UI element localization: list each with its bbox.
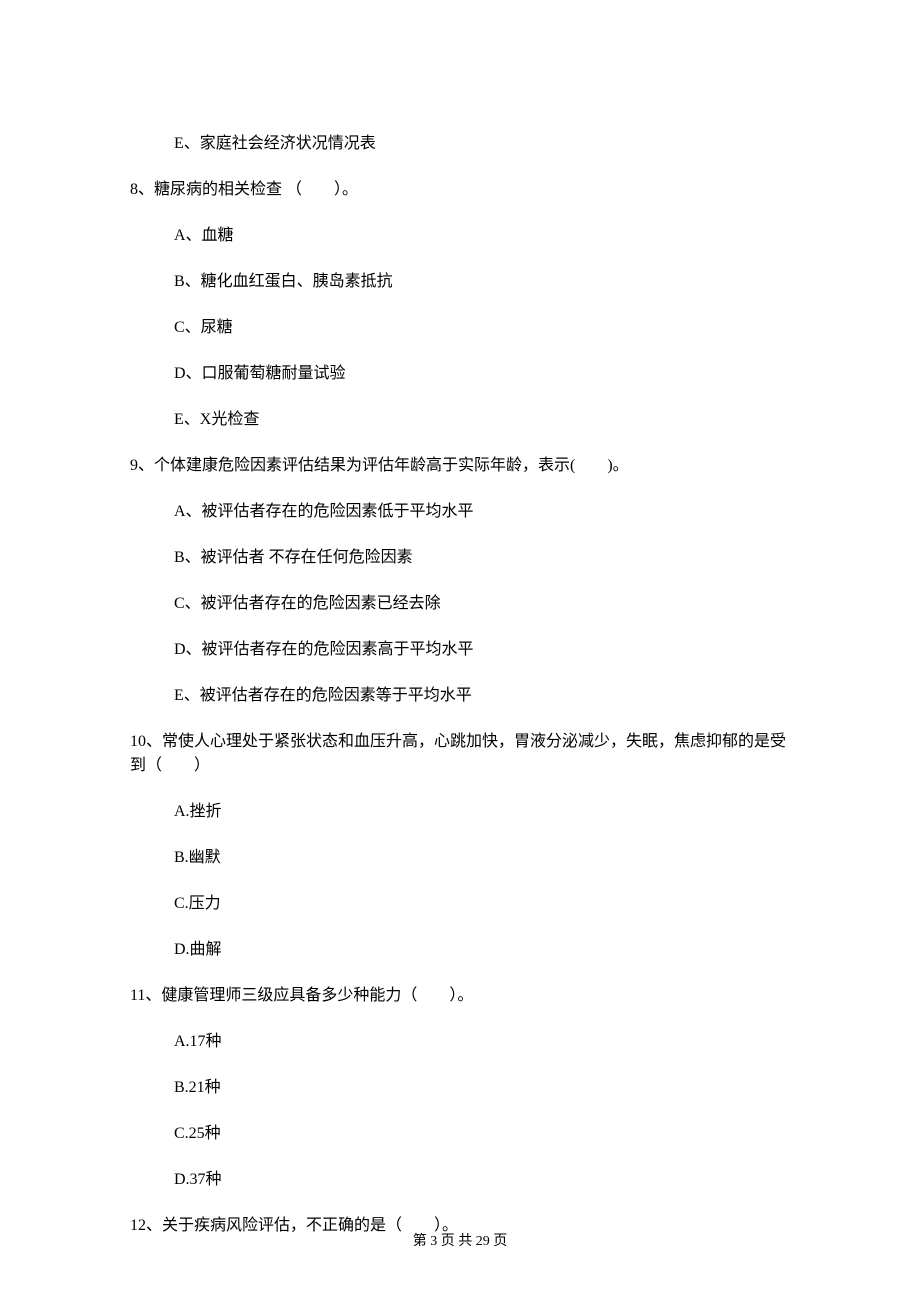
- q11-option-d: D.37种: [174, 1168, 790, 1192]
- q8-option-e: E、X光检查: [174, 408, 790, 432]
- q10-option-d: D.曲解: [174, 938, 790, 962]
- q9-option-b: B、被评估者 不存在任何危险因素: [174, 546, 790, 570]
- q9-stem: 9、个体建康危险因素评估结果为评估年龄高于实际年龄，表示( )。: [130, 454, 790, 478]
- q11-stem: 11、健康管理师三级应具备多少种能力（ ）。: [130, 984, 790, 1008]
- document-page: E、家庭社会经济状况情况表 8、糖尿病的相关检查 （ ）。 A、血糖 B、糖化血…: [0, 0, 920, 1302]
- q9-option-e: E、被评估者存在的危险因素等于平均水平: [174, 684, 790, 708]
- q10-option-b: B.幽默: [174, 846, 790, 870]
- q9-option-a: A、被评估者存在的危险因素低于平均水平: [174, 500, 790, 524]
- q11-option-a: A.17种: [174, 1030, 790, 1054]
- page-footer: 第 3 页 共 29 页: [0, 1231, 920, 1252]
- q8-option-a: A、血糖: [174, 224, 790, 248]
- q10-stem: 10、常使人心理处于紧张状态和血压升高，心跳加快，胃液分泌减少，失眠，焦虑抑郁的…: [130, 730, 790, 778]
- q9-option-d: D、被评估者存在的危险因素高于平均水平: [174, 638, 790, 662]
- q7-option-e: E、家庭社会经济状况情况表: [174, 132, 790, 156]
- q9-option-c: C、被评估者存在的危险因素已经去除: [174, 592, 790, 616]
- q11-option-c: C.25种: [174, 1122, 790, 1146]
- q8-option-b: B、糖化血红蛋白、胰岛素抵抗: [174, 270, 790, 294]
- q11-option-b: B.21种: [174, 1076, 790, 1100]
- q10-option-a: A.挫折: [174, 800, 790, 824]
- q8-stem: 8、糖尿病的相关检查 （ ）。: [130, 178, 790, 202]
- q8-option-d: D、口服葡萄糖耐量试验: [174, 362, 790, 386]
- q8-option-c: C、尿糖: [174, 316, 790, 340]
- q10-option-c: C.压力: [174, 892, 790, 916]
